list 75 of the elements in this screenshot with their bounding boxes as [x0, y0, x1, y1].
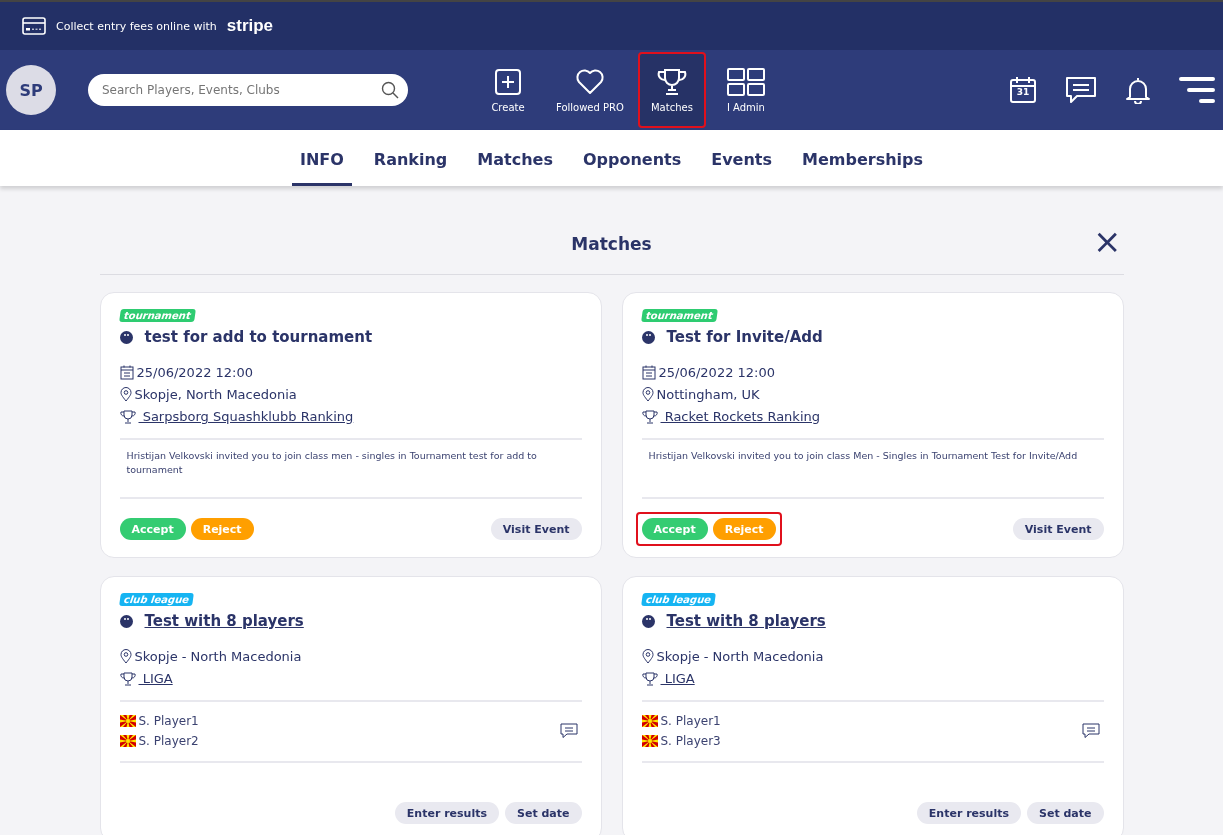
flag-icon: [641, 735, 658, 747]
location-pin-icon: [641, 387, 654, 402]
location-text: Nottingham, UK: [656, 387, 760, 402]
location-pin-icon: [641, 649, 654, 664]
nav-item[interactable]: Matches: [637, 52, 706, 128]
menu-icon[interactable]: [1179, 76, 1215, 104]
trophy-icon: [119, 409, 136, 424]
tab[interactable]: Memberships: [794, 130, 932, 186]
search-field[interactable]: Search Players, Events, Clubs: [88, 74, 408, 106]
league-link[interactable]: LIGA: [660, 671, 695, 686]
category-tag: tournament: [640, 309, 718, 322]
category-tag: club league: [118, 593, 194, 606]
set-date-button[interactable]: Set date: [1027, 802, 1104, 824]
visit-event-button[interactable]: Visit Event: [1012, 518, 1104, 540]
close-button[interactable]: ×: [1091, 226, 1124, 256]
player-name: S. Player3: [660, 734, 721, 748]
tab[interactable]: Matches: [469, 130, 561, 186]
search-icon[interactable]: [381, 81, 399, 99]
league-link[interactable]: LIGA: [138, 671, 173, 686]
invitation-message: Hristijan Velkovski invited you to join class Men - Singles in Tournament Test for Invite/Add: [647, 449, 1079, 463]
nav-item[interactable]: I Admin: [711, 52, 780, 128]
trophy-icon: [641, 671, 658, 686]
enter-results-button[interactable]: Enter results: [394, 802, 499, 824]
heart-icon: [574, 67, 605, 96]
tab[interactable]: INFO: [291, 130, 352, 186]
match-title-link[interactable]: Test with 8 players: [666, 612, 826, 630]
nav-item[interactable]: Followed PRO: [548, 52, 632, 128]
player-name: S. Player2: [138, 734, 199, 748]
match-title: Test for Invite/Add: [666, 328, 823, 346]
flag-icon: [119, 735, 136, 747]
match-title: test for add to tournament: [144, 328, 373, 346]
flag-icon: [641, 715, 658, 727]
location-text: Skopje - North Macedonia: [134, 649, 302, 664]
bell-icon[interactable]: [1125, 76, 1151, 104]
plus-icon: [494, 67, 522, 96]
category-tag: tournament: [118, 309, 196, 322]
nav-item[interactable]: Create: [474, 52, 542, 128]
location-text: Skopje, North Macedonia: [134, 387, 297, 402]
match-date: 25/06/2022 12:00: [658, 365, 776, 380]
set-date-button[interactable]: Set date: [505, 802, 582, 824]
location-pin-icon: [119, 649, 132, 664]
enter-results-button[interactable]: Enter results: [916, 802, 1021, 824]
calendar-icon: [641, 365, 656, 380]
trophy-icon: [119, 671, 136, 686]
tab[interactable]: Events: [703, 130, 781, 186]
invitation-message: Hristijan Velkovski invited you to join class men - singles in Tournament test for add to tournament: [125, 449, 538, 477]
user-avatar[interactable]: SP: [6, 65, 56, 115]
ball-icon: [641, 330, 655, 344]
calendar-button[interactable]: 31: [1009, 76, 1037, 104]
ball-icon: [641, 614, 655, 628]
tab[interactable]: Opponents: [574, 130, 690, 186]
league-link[interactable]: Sarpsborg Squashklubb Ranking: [138, 409, 354, 424]
chat-icon[interactable]: [1081, 723, 1100, 739]
panel-title: Matches: [571, 234, 652, 254]
flag-icon: [119, 715, 136, 727]
trophy-icon: [655, 67, 688, 96]
player-name: S. Player1: [660, 714, 721, 728]
ball-icon: [119, 330, 133, 344]
chat-icon[interactable]: [559, 723, 578, 739]
location-pin-icon: [119, 387, 132, 402]
league-link[interactable]: Racket Rockets Ranking: [660, 409, 820, 424]
player-name: S. Player1: [138, 714, 199, 728]
location-text: Skopje - North Macedonia: [656, 649, 824, 664]
credit-card-icon: [22, 17, 46, 35]
match-title-link[interactable]: Test with 8 players: [144, 612, 304, 630]
ball-icon: [119, 614, 133, 628]
match-date: 25/06/2022 12:00: [136, 365, 254, 380]
grid-icon: [726, 67, 765, 96]
stripe-logo[interactable]: stripe: [226, 16, 274, 36]
tab[interactable]: Ranking: [365, 130, 456, 186]
category-tag: club league: [640, 593, 716, 606]
visit-event-button[interactable]: Visit Event: [490, 518, 582, 540]
calendar-icon: [119, 365, 134, 380]
trophy-icon: [641, 409, 658, 424]
banner-text: Collect entry fees online with: [56, 19, 217, 33]
